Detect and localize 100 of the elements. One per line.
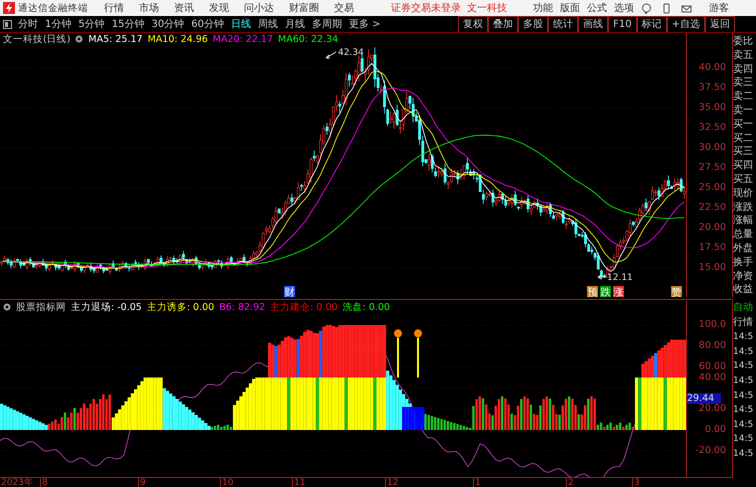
toolbar-button[interactable]: 标记	[636, 16, 667, 32]
axis-tick-label: 20.00	[698, 403, 726, 414]
login-notice[interactable]: 证券交易未登录	[391, 1, 461, 15]
menu-item[interactable]: 行情	[104, 1, 124, 15]
ma-legend: MA20: 22.17	[212, 34, 273, 44]
date-axis-label: 8	[40, 478, 48, 487]
quote-field-label: 外盘	[733, 242, 754, 256]
current-value-label: 29.44	[687, 393, 721, 404]
quote-field-label: 卖五	[733, 48, 754, 63]
period-tab[interactable]: 月线	[284, 17, 305, 31]
menu-item[interactable]: 版面	[560, 1, 580, 15]
panel-tab[interactable]: 自动	[733, 301, 756, 316]
axis-tick-label: 0.00	[704, 424, 726, 435]
period-tab[interactable]: 日线	[230, 17, 251, 31]
period-tab[interactable]: 30分钟	[151, 17, 184, 31]
quote-field-label: 收益	[733, 283, 754, 298]
chat-icon[interactable]	[641, 2, 652, 14]
toolbar-button[interactable]: 画线	[578, 16, 608, 32]
phone-icon[interactable]	[661, 2, 672, 14]
indicator-legend: 主力退场: -0.05	[71, 300, 142, 314]
trade-time: 14:5	[733, 418, 754, 432]
period-tab[interactable]: 多周期	[312, 17, 342, 31]
period-tab[interactable]: 1分钟	[45, 17, 72, 31]
menu-item[interactable]: 问小达	[244, 1, 274, 15]
axis-tick-label: 40.00	[698, 62, 726, 73]
quote-field-label: 委比	[733, 35, 754, 49]
signal-marker: 涨	[613, 286, 624, 297]
period-tab[interactable]: 15分钟	[112, 17, 144, 31]
quote-field-label: 卖二	[733, 90, 754, 104]
quote-field-label: 涨跌	[733, 200, 754, 214]
envelope-icon[interactable]	[681, 2, 692, 14]
toolbar-button[interactable]: 多股	[518, 16, 548, 32]
toolbar-button[interactable]: 返回	[705, 16, 735, 32]
period-tab[interactable]: 分时	[18, 17, 38, 31]
menu-item[interactable]: 功能	[533, 1, 553, 15]
panel-tab[interactable]: 行情	[733, 316, 756, 330]
indicator-legend: B6: 82.92	[219, 302, 266, 312]
period-tab[interactable]: 周线	[258, 17, 278, 31]
quote-field-label: 买四	[733, 159, 754, 173]
quote-field-label: 买三	[733, 145, 754, 160]
ma-legend: MA5: 25.17	[88, 34, 143, 44]
quote-field-label: 卖三	[733, 76, 754, 90]
toolbar-button[interactable]: 统计	[548, 16, 578, 32]
app-title: 通达信金融终端	[18, 2, 88, 14]
toolbar-button[interactable]: 叠加	[488, 16, 518, 32]
indicator-legend: 主力诱多: 0.00	[146, 300, 214, 314]
quote-field-label: 买二	[733, 132, 754, 146]
menu-item[interactable]: 资讯	[174, 1, 194, 15]
ma-legend: MA10: 24.96	[148, 34, 208, 44]
axis-tick-label: 20.00	[698, 222, 726, 233]
quote-field-label: 涨幅	[733, 214, 754, 228]
toolbar-button[interactable]: 复权	[458, 16, 488, 32]
axis-tick-label: 17.50	[698, 242, 726, 253]
axis-tick-label: 35.00	[698, 102, 726, 113]
date-axis-label: 10	[220, 478, 234, 487]
indicator-legend: 主力建仓: 0.00	[270, 300, 338, 314]
quote-field-label: 买一	[733, 118, 754, 132]
indicator-legend: 洗盘: 0.00	[342, 300, 390, 314]
period-tab[interactable]: 更多 >	[348, 17, 381, 31]
quote-field-label: 换手	[733, 256, 754, 270]
menu-item[interactable]: 选项	[614, 1, 634, 15]
date-axis-label: 2023年	[0, 478, 33, 487]
period-tab[interactable]: 5分钟	[78, 17, 105, 31]
axis-tick-label: 100.0	[698, 319, 726, 330]
menu-item[interactable]: 发现	[209, 1, 229, 15]
panel-toggle-icon[interactable]	[3, 20, 12, 28]
date-axis-label: 9	[138, 478, 146, 487]
menu-item[interactable]: 交易	[334, 1, 354, 15]
date-axis-label: 1	[473, 478, 481, 487]
trade-time: 14:5	[733, 404, 754, 418]
axis-tick-label: 15.00	[698, 262, 726, 273]
axis-tick-label: 40.00	[698, 372, 726, 383]
trade-time: 14:5	[733, 390, 754, 403]
low-price-label: 12.11	[607, 273, 633, 283]
toolbar-button[interactable]: F10	[608, 16, 637, 32]
period-tab[interactable]: 60分钟	[191, 17, 224, 31]
axis-tick-label: 27.50	[698, 162, 726, 173]
stock-link[interactable]: 文一科技	[467, 1, 507, 15]
signal-marker: 跌	[600, 286, 611, 297]
menu-item[interactable]: 财富圈	[289, 1, 319, 15]
chart-title: 文一科技(日线)	[3, 32, 70, 46]
high-price-label: 42.34	[338, 48, 364, 58]
ma-legend: MA60: 22.34	[278, 34, 338, 44]
signal-marker: 赞	[671, 286, 682, 297]
quote-field-label: 现价	[733, 186, 754, 201]
settings-icon[interactable]	[3, 303, 11, 311]
axis-tick-label: 32.50	[698, 122, 726, 133]
settings-icon[interactable]	[75, 35, 84, 43]
toolbar-button[interactable]: +自选	[666, 16, 705, 32]
quote-field-label: 净资	[733, 270, 754, 284]
user-label[interactable]: 游客	[709, 1, 729, 15]
axis-tick-label: 80.00	[698, 340, 726, 351]
signal-marker: 财	[284, 286, 295, 297]
axis-tick-label: 60.00	[698, 361, 726, 372]
date-axis-label: 11	[292, 478, 306, 487]
menu-item[interactable]: 公式	[587, 1, 607, 15]
menu-item[interactable]: 市场	[139, 1, 159, 15]
trade-time: 14:5	[733, 360, 754, 374]
quote-field-label: 卖四	[733, 62, 754, 76]
axis-tick-label: 30.00	[698, 142, 726, 153]
